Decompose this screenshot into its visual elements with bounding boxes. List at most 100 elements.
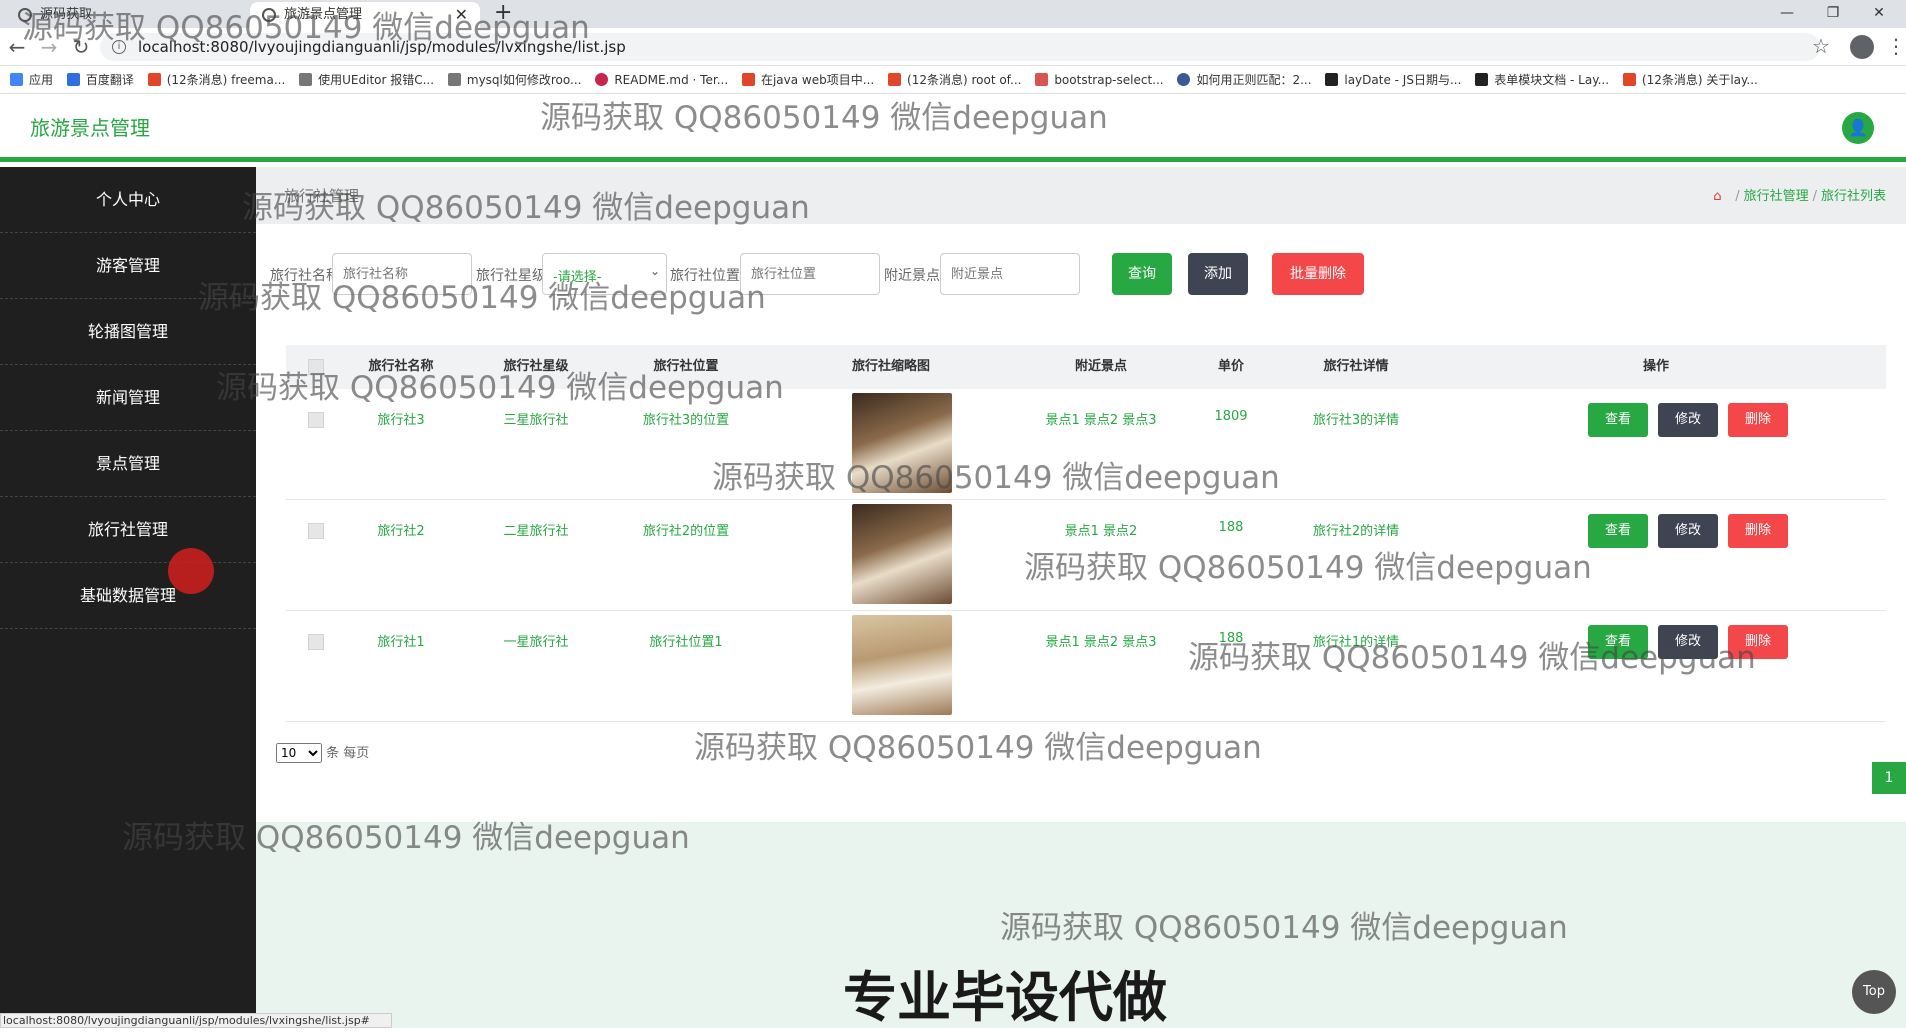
select-all-checkbox[interactable] [308, 359, 324, 375]
status-bar-url: localhost:8080/lvyoujingdianguanli/jsp/m… [0, 1013, 392, 1028]
query-button[interactable]: 查询 [1112, 253, 1172, 295]
tab-favicon-icon [262, 8, 276, 22]
edit-button[interactable]: 修改 [1658, 625, 1718, 659]
page-icon [1035, 73, 1049, 86]
name-search-input[interactable] [332, 253, 472, 295]
location-search-input[interactable] [740, 253, 880, 295]
bookmark-item[interactable]: layDate - JS日期与... [1325, 66, 1461, 94]
bookmark-item[interactable]: 在java web项目中... [741, 66, 874, 94]
minimize-icon[interactable]: — [1764, 0, 1810, 28]
column-header: 附近景点 [1074, 359, 1127, 374]
sidebar-item-personal-center[interactable]: 个人中心 [0, 167, 256, 233]
user-avatar-icon[interactable]: 👤 [1842, 112, 1874, 144]
row-checkbox[interactable] [308, 523, 324, 539]
bookmark-item[interactable]: (12条消息) root of... [888, 66, 1021, 94]
view-button[interactable]: 查看 [1588, 625, 1648, 659]
level-label: 旅行社星级 [476, 268, 546, 284]
search-form: 旅行社名称 旅行社星级 -请选择- ⌄ 旅行社位置 附近景点 查询 添加 批量删… [270, 253, 1890, 295]
gear-icon [1177, 73, 1191, 86]
delete-button[interactable]: 删除 [1728, 514, 1788, 548]
csdn-icon [147, 73, 161, 86]
row-checkbox[interactable] [308, 634, 324, 650]
table-row: 旅行社1 一星旅行社 旅行社位置1 景点1 景点2 景点3 188 旅行社1的详… [286, 611, 1886, 722]
delete-button[interactable]: 删除 [1728, 403, 1788, 437]
unit-price: 188 [1218, 520, 1244, 535]
edit-button[interactable]: 修改 [1658, 403, 1718, 437]
spot-search-input[interactable] [940, 253, 1080, 295]
apps-grid-icon [10, 73, 23, 86]
edit-button[interactable]: 修改 [1658, 514, 1718, 548]
table-row: 旅行社3 三星旅行社 旅行社3的位置 景点1 景点2 景点3 1809 旅行社3… [286, 389, 1886, 500]
page-number-button[interactable]: 1 [1872, 762, 1906, 794]
main-content: 旅行社管理 ⌂/旅行社管理/旅行社列表 旅行社名称 旅行社星级 -请选择- ⌄ … [256, 167, 1906, 1028]
click-indicator [168, 548, 214, 594]
url-field[interactable]: i localhost:8080/lvyoujingdianguanli/jsp… [100, 33, 1820, 61]
sidebar-item-news[interactable]: 新闻管理 [0, 365, 256, 431]
sidebar: 个人中心 游客管理 轮播图管理 新闻管理 景点管理 旅行社管理 基础数据管理 [0, 167, 256, 1028]
reload-icon[interactable]: ↻ [68, 34, 94, 60]
bookmark-item[interactable]: (12条消息) 关于lay... [1622, 66, 1758, 94]
sidebar-item-carousel[interactable]: 轮播图管理 [0, 299, 256, 365]
breadcrumb: ⌂ / 旅行社管理 / 旅行社列表 [1713, 189, 1886, 204]
page-size-control: 10 条 每页 [276, 742, 369, 763]
app-header: 旅游景点管理 👤 [0, 94, 1906, 162]
tab-favicon-icon [18, 8, 32, 22]
profile-icon[interactable] [1850, 35, 1874, 59]
layui-icon [1325, 73, 1339, 86]
forward-icon[interactable]: → [36, 34, 62, 60]
bookmark-item[interactable]: 如何用正则匹配：2... [1177, 66, 1312, 94]
agency-location: 旅行社位置1 [649, 635, 723, 650]
add-button[interactable]: 添加 [1188, 253, 1248, 295]
bookmark-item[interactable]: 使用UEditor 报错C... [299, 66, 434, 94]
tab-title: 旅游景点管理 [284, 7, 363, 22]
bookmark-item[interactable]: 百度翻译 [66, 66, 134, 94]
view-button[interactable]: 查看 [1588, 403, 1648, 437]
bookmark-item[interactable]: 表单模块文档 - Lay... [1475, 66, 1609, 94]
delete-button[interactable]: 删除 [1728, 625, 1788, 659]
url-text: localhost:8080/lvyoujingdianguanli/jsp/m… [138, 38, 626, 56]
bookmark-apps[interactable]: 应用 [10, 66, 53, 94]
bookmarks-bar: 应用 百度翻译 (12条消息) freema... 使用UEditor 报错C.… [0, 66, 1906, 94]
close-tab-icon[interactable]: ✕ [455, 2, 468, 28]
sidebar-item-travel-agency[interactable]: 旅行社管理 [0, 497, 256, 563]
column-header: 旅行社位置 [653, 359, 719, 374]
back-icon[interactable]: ← [4, 34, 30, 60]
new-tab-icon[interactable]: + [494, 0, 512, 26]
sidebar-item-scenic-spots[interactable]: 景点管理 [0, 431, 256, 497]
app-title[interactable]: 旅游景点管理 [30, 112, 150, 141]
agency-thumbnail [852, 504, 952, 604]
batch-delete-button[interactable]: 批量删除 [1272, 253, 1364, 295]
site-info-icon[interactable]: i [112, 40, 126, 54]
page-size-suffix: 条 每页 [326, 746, 370, 761]
home-icon[interactable]: ⌂ [1713, 189, 1725, 204]
close-window-icon[interactable]: ✕ [1856, 0, 1902, 28]
breadcrumb-bar: 旅行社管理 ⌂ / 旅行社管理 / 旅行社列表 [256, 167, 1906, 224]
browser-tab-1[interactable]: 源码获取 [6, 2, 246, 28]
menu-kebab-icon[interactable]: ⋮ [1886, 34, 1906, 58]
watermark-big-text: 专业毕设代做 [843, 966, 1167, 1029]
agency-level: 三星旅行社 [503, 413, 569, 428]
sidebar-item-tourists[interactable]: 游客管理 [0, 233, 256, 299]
view-button[interactable]: 查看 [1588, 514, 1648, 548]
agency-thumbnail [852, 393, 952, 493]
sidebar-item-basic-data[interactable]: 基础数据管理 [0, 563, 256, 629]
bookmark-star-icon[interactable]: ☆ [1812, 34, 1830, 58]
breadcrumb-item[interactable]: 旅行社管理 [1744, 189, 1809, 204]
bookmark-item[interactable]: bootstrap-select... [1035, 66, 1164, 94]
agency-name: 旅行社2 [377, 524, 425, 539]
bookmark-item[interactable]: README.md · Ter... [595, 66, 728, 94]
gitee-icon [595, 73, 609, 86]
level-select[interactable]: -请选择- ⌄ [542, 253, 667, 295]
browser-tab-active[interactable]: 旅游景点管理 ✕ [250, 2, 480, 28]
agency-detail: 旅行社3的详情 [1312, 413, 1400, 428]
restore-icon[interactable]: ❐ [1810, 0, 1856, 28]
csdn-icon [741, 73, 755, 86]
back-to-top-button[interactable]: Top [1852, 970, 1896, 1014]
layui-icon [1475, 73, 1489, 86]
bookmark-item[interactable]: mysql如何修改roo... [447, 66, 581, 94]
row-checkbox[interactable] [308, 412, 324, 428]
page-size-select[interactable]: 10 [276, 743, 322, 763]
nearby-spots: 景点1 景点2 景点3 [1045, 413, 1157, 428]
browser-tabbar: 源码获取 旅游景点管理 ✕ + — ❐ ✕ [0, 0, 1906, 28]
bookmark-item[interactable]: (12条消息) freema... [147, 66, 285, 94]
